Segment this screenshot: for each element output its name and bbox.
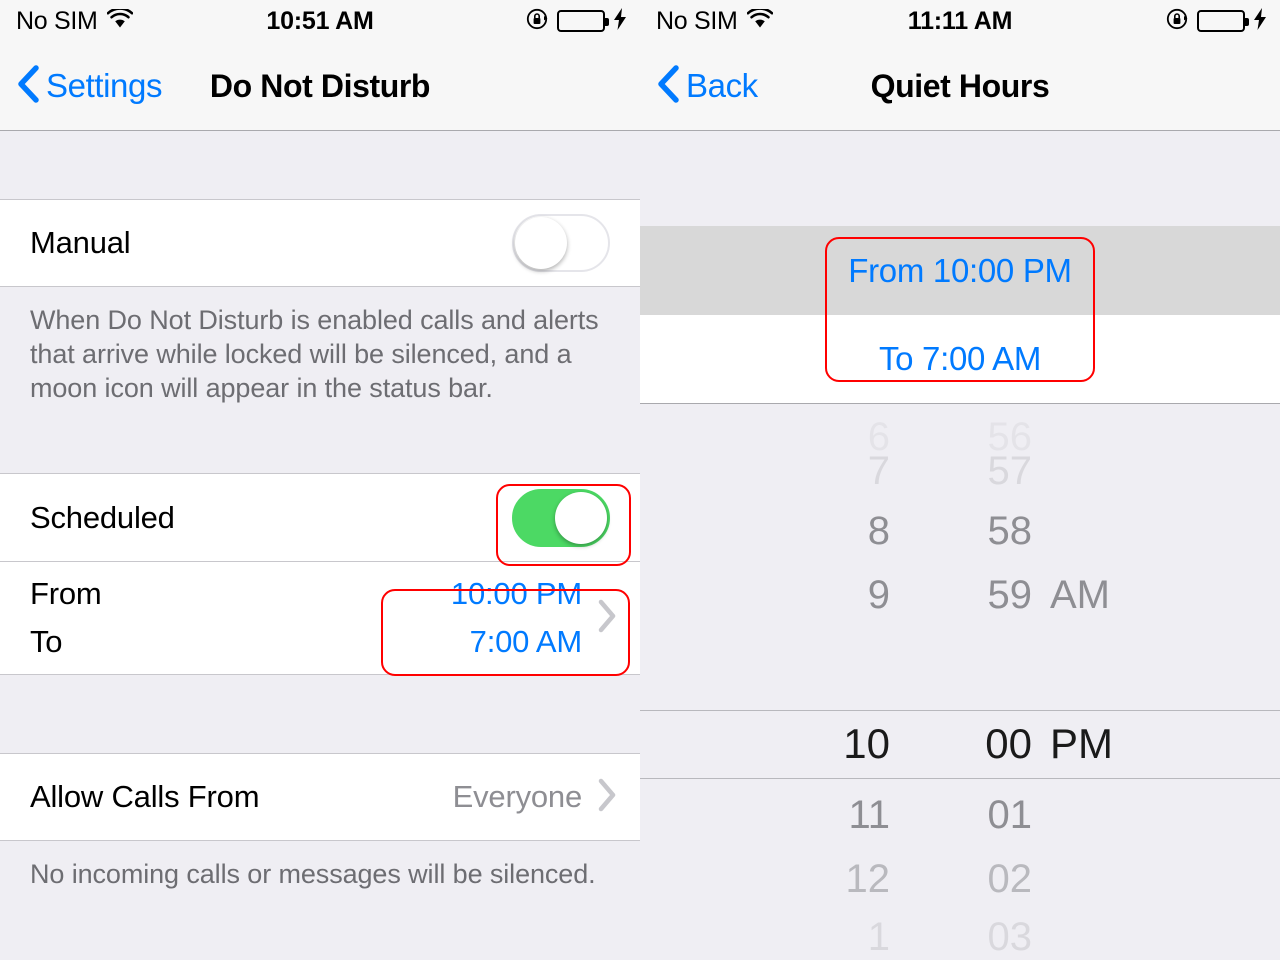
status-bar-left: No SIM 10:51 AM	[0, 0, 640, 42]
do-not-disturb-screen: No SIM 10:51 AM Settings Do Not Disturb …	[0, 0, 640, 960]
section-gap	[0, 131, 640, 199]
quiet-hours-to-value: To 7:00 AM	[878, 340, 1042, 377]
scheduled-row[interactable]: Scheduled	[0, 473, 640, 561]
battery-icon	[1197, 10, 1249, 32]
picker-item-minute[interactable]: 58	[902, 500, 1033, 563]
time-picker[interactable]: 6 7 8 9 10 11 12 1 2 56 57 58 59 00	[640, 404, 1280, 960]
nav-bar-right: Back Quiet Hours	[640, 42, 1280, 131]
picker-item-minute[interactable]: 59	[902, 564, 1033, 627]
chevron-right-icon	[596, 598, 618, 639]
picker-item-hour[interactable]: 12	[750, 848, 891, 911]
picker-item-hour[interactable]: 2	[750, 944, 890, 960]
status-bar-right-group	[526, 7, 628, 36]
picker-item-minute[interactable]: 01	[902, 784, 1033, 847]
chevron-right-icon	[596, 777, 618, 818]
rotation-lock-icon	[1166, 7, 1190, 36]
quiet-hours-from-value: From 10:00 PM	[848, 251, 1072, 289]
picker-item-minute[interactable]: 04	[902, 944, 1033, 960]
manual-row[interactable]: Manual	[0, 199, 640, 287]
status-bar-right: No SIM 11:11 AM	[640, 0, 1280, 42]
lightning-bolt-icon	[1252, 7, 1268, 36]
quiet-hours-to-row[interactable]: To 7:00 AM	[640, 315, 1280, 404]
to-value: 7:00 AM	[469, 624, 583, 659]
to-label: To	[30, 624, 63, 659]
from-value: 10:00 PM	[450, 576, 582, 611]
status-bar-right-group	[1166, 7, 1268, 36]
allow-calls-footer-text: No incoming calls or messages will be si…	[0, 841, 640, 957]
picker-item-hour[interactable]: 8	[750, 500, 890, 563]
picker-item-hour[interactable]: 9	[750, 564, 890, 627]
scheduled-label: Scheduled	[30, 499, 175, 535]
rotation-lock-icon	[526, 7, 550, 36]
picker-item-hour[interactable]: 7	[750, 440, 890, 503]
schedule-labels: From To	[0, 572, 102, 664]
picker-column-hour[interactable]: 6 7 8 9 10 11 12 1 2	[750, 404, 890, 960]
picker-item-hour-selected[interactable]: 10	[750, 712, 890, 775]
nav-bar-left: Settings Do Not Disturb	[0, 42, 640, 131]
picker-column-minute[interactable]: 56 57 58 59 00 01 02 03 04	[902, 404, 1032, 960]
quiet-hours-from-row[interactable]: From 10:00 PM	[640, 226, 1280, 315]
picker-item-meridiem[interactable]: AM	[1050, 564, 1200, 627]
schedule-times-row[interactable]: From To 10:00 PM 7:00 AM	[0, 561, 640, 675]
manual-toggle-knob	[515, 217, 567, 269]
scheduled-toggle[interactable]	[512, 488, 610, 547]
lightning-bolt-icon	[612, 7, 628, 36]
dual-screenshot: No SIM 10:51 AM Settings Do Not Disturb …	[0, 0, 1280, 960]
allow-calls-from-label: Allow Calls From	[30, 779, 260, 814]
manual-footer-text: When Do Not Disturb is enabled calls and…	[0, 287, 640, 473]
section-gap	[640, 131, 1280, 226]
schedule-values: 10:00 PM 7:00 AM	[451, 572, 582, 664]
section-gap-2	[0, 675, 640, 753]
page-title: Quiet Hours	[870, 67, 1050, 104]
allow-calls-from-row[interactable]: Allow Calls From Everyone	[0, 753, 640, 841]
quiet-hours-screen: No SIM 11:11 AM Back Quiet Hours From 10…	[640, 0, 1280, 960]
picker-item-minute-selected[interactable]: 00	[902, 712, 1032, 775]
picker-columns: 6 7 8 9 10 11 12 1 2 56 57 58 59 00	[640, 404, 1280, 960]
manual-toggle[interactable]	[512, 214, 610, 272]
picker-item-meridiem-selected[interactable]: PM	[1050, 712, 1200, 775]
battery-icon	[557, 10, 609, 32]
from-label: From	[30, 576, 102, 611]
page-title: Do Not Disturb	[209, 67, 431, 104]
picker-item-minute[interactable]: 57	[902, 440, 1033, 503]
manual-label: Manual	[30, 225, 131, 260]
scheduled-toggle-knob	[555, 491, 607, 544]
picker-column-meridiem[interactable]: AM PM	[1050, 404, 1200, 960]
allow-calls-from-value: Everyone	[452, 779, 583, 814]
picker-item-hour[interactable]: 11	[750, 784, 890, 847]
picker-item-minute[interactable]: 02	[902, 848, 1033, 911]
